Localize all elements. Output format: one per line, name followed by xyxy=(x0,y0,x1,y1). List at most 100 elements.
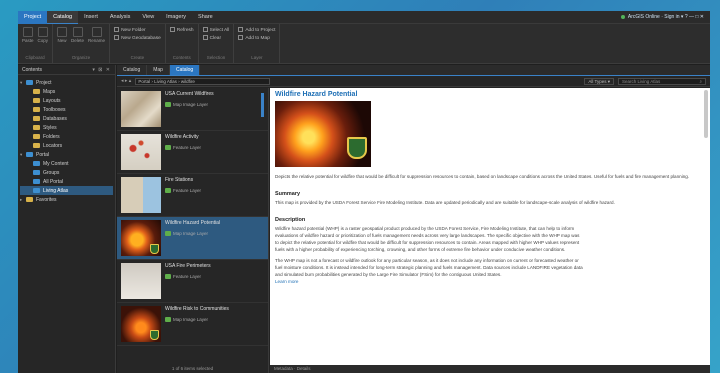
tree-item-label: My Content xyxy=(43,160,69,167)
item-thumbnail xyxy=(121,91,161,127)
list-item[interactable]: Wildfire Activity Feature Layer xyxy=(117,131,268,174)
list-item[interactable]: Wildfire Risk to Communities Map Image La… xyxy=(117,303,268,346)
ribbon-button-new[interactable]: New xyxy=(57,27,68,43)
tree-item-databases[interactable]: Databases xyxy=(20,114,113,123)
item-type-label: Feature Layer xyxy=(173,274,202,279)
list-item[interactable]: Fire Stations Feature Layer xyxy=(117,174,268,217)
item-title: Wildfire Activity xyxy=(165,134,199,140)
path-input[interactable]: Portal › Living Atlas › wildfire xyxy=(135,77,271,85)
menu-tab-imagery[interactable]: Imagery xyxy=(160,11,192,24)
tree-item-locators[interactable]: Locators xyxy=(20,141,113,150)
menu-tab-view[interactable]: View xyxy=(136,11,160,24)
folder-icon xyxy=(33,98,40,103)
tree-item-label: Living Atlas xyxy=(43,187,69,194)
checkbox-icon xyxy=(114,27,120,32)
ribbon-option-new-folder[interactable]: New Folder xyxy=(114,27,161,33)
details-summary: Depicts the relative potential for wildf… xyxy=(275,174,690,179)
ribbon-button-copy[interactable]: Copy xyxy=(37,27,49,43)
type-filter-dropdown[interactable]: All Types ▾ xyxy=(584,77,614,85)
menu-tab-share[interactable]: Share xyxy=(192,11,219,24)
description-line: fuel moisture conditions. It is instead … xyxy=(275,265,583,270)
tree-item-styles[interactable]: Styles xyxy=(20,123,113,132)
items-scrollbar[interactable] xyxy=(261,93,264,117)
menu-tab-catalog[interactable]: Catalog xyxy=(47,11,79,24)
ribbon-group-contents: Refresh Contents xyxy=(166,24,199,63)
view-tab-0[interactable]: Catalog xyxy=(117,65,148,75)
list-item[interactable]: Wildfire Hazard Potential Map Image Layer xyxy=(117,217,268,260)
ribbon-option-select-all[interactable]: Select All xyxy=(202,27,229,33)
details-scrollbar[interactable] xyxy=(704,90,708,138)
description-line: and simulated burn probabilities generat… xyxy=(275,272,502,277)
ribbon-group-selection: Select All Clear Selection xyxy=(199,24,235,63)
ribbon-group-name: Create xyxy=(130,55,145,60)
ribbon-option-label: Clear xyxy=(209,35,222,41)
tree-item-toolboxes[interactable]: Toolboxes xyxy=(20,105,113,114)
ribbon-option-add-to-map[interactable]: Add to Map xyxy=(238,34,275,41)
ribbon-button-paste[interactable]: Paste xyxy=(22,27,34,43)
tree-item-living-atlas[interactable]: Living Atlas xyxy=(20,186,113,195)
item-type-label: Feature Layer xyxy=(173,188,202,193)
description-body: Wildfire hazard potential (WHP) is a ras… xyxy=(275,225,701,253)
item-count: 1 of 6 items selected xyxy=(117,365,269,373)
ribbon-option-new-geodatabase[interactable]: New Geodatabase xyxy=(114,34,161,41)
item-type: Feature Layer xyxy=(165,188,265,193)
summary-heading: Summary xyxy=(275,191,301,197)
tree-item-label: Portal xyxy=(36,151,50,158)
tree-item-portal[interactable]: ▾ Portal xyxy=(20,150,113,159)
tree-item-label: Maps xyxy=(43,88,56,95)
ribbon-button-delete[interactable]: Delete xyxy=(71,27,84,43)
path-bar: ◂ ▸ ▴ Portal › Living Atlas › wildfire A… xyxy=(117,76,710,87)
ribbon-button-rename[interactable]: Rename xyxy=(88,27,105,43)
tree-item-label: Groups xyxy=(43,169,60,176)
tree-item-folders[interactable]: Folders xyxy=(20,132,113,141)
menu-tab-insert[interactable]: Insert xyxy=(78,11,104,24)
checkbox-icon xyxy=(238,27,244,32)
details-bottom-bar[interactable]: Metadata · Details xyxy=(270,365,710,373)
description-more: The WHP map is not a forecast or wildfir… xyxy=(275,257,701,285)
menu-tab-analysis[interactable]: Analysis xyxy=(104,11,136,24)
tree-item-groups[interactable]: Groups xyxy=(20,168,113,177)
tree-item-label: Toolboxes xyxy=(43,106,66,113)
pane-controls[interactable]: ▾ ⊠ ✕ xyxy=(92,67,111,73)
layer-icon xyxy=(165,145,171,150)
tree-item-all-portal[interactable]: All Portal xyxy=(20,177,113,186)
learn-more-link[interactable]: Learn more xyxy=(275,278,701,285)
nav-buttons[interactable]: ◂ ▸ ▴ xyxy=(121,78,131,84)
tree-item-label: Locators xyxy=(43,142,63,149)
tree-item-label: All Portal xyxy=(43,178,64,185)
tree-item-maps[interactable]: Maps xyxy=(20,87,113,96)
list-item[interactable]: USA Fire Perimeters Feature Layer xyxy=(117,260,268,303)
item-type: Map Image Layer xyxy=(165,102,265,107)
item-type-label: Map Image Layer xyxy=(173,102,209,107)
tree-item-my-content[interactable]: My Content xyxy=(20,159,113,168)
tree-item-layouts[interactable]: Layouts xyxy=(20,96,113,105)
ribbon-row: Paste Copy xyxy=(22,27,48,43)
delete-icon xyxy=(72,27,83,37)
item-type-label: Feature Layer xyxy=(173,145,202,150)
tree-item-favorites[interactable]: ▸ Favorites xyxy=(20,195,113,204)
tree-item-project[interactable]: ▾ Project xyxy=(20,78,113,87)
menu-bar: Project Catalog Insert Analysis View Imagery S… xyxy=(18,11,710,24)
ribbon-button-label: Copy xyxy=(37,38,49,43)
ribbon-group-name: Layer xyxy=(251,55,263,60)
folder-icon xyxy=(33,179,40,184)
search-input[interactable]: Search Living Atlas ⌕ xyxy=(618,77,706,85)
sign-in-status[interactable]: ArcGIS Online · Sign in ▾ ? — □ ✕ xyxy=(620,14,710,20)
item-title: Wildfire Risk to Communities xyxy=(165,306,229,312)
view-tab-2[interactable]: Catalog xyxy=(169,65,201,75)
ribbon-row: New Delete Rename xyxy=(57,27,105,43)
search-icon[interactable]: ⌕ xyxy=(699,79,702,84)
ribbon-group-clipboard: Paste Copy Clipboard xyxy=(18,24,54,63)
ribbon-group-name: Contents xyxy=(172,55,191,60)
checkbox-icon xyxy=(202,34,208,40)
list-item[interactable]: USA Current Wildfires Map Image Layer xyxy=(117,88,268,131)
ribbon-option-clear[interactable]: Clear xyxy=(202,34,230,41)
menu-tab-project[interactable]: Project xyxy=(18,11,48,24)
checkbox-icon xyxy=(169,27,175,32)
ribbon-option-add-to-project[interactable]: Add to Project xyxy=(238,27,275,33)
ribbon-option-refresh[interactable]: Refresh xyxy=(169,27,194,33)
tree-item-label: Folders xyxy=(43,133,60,140)
ribbon-group-name: Clipboard xyxy=(25,55,45,60)
item-type: Feature Layer xyxy=(165,274,265,279)
view-tab-1[interactable]: Map xyxy=(147,65,170,75)
